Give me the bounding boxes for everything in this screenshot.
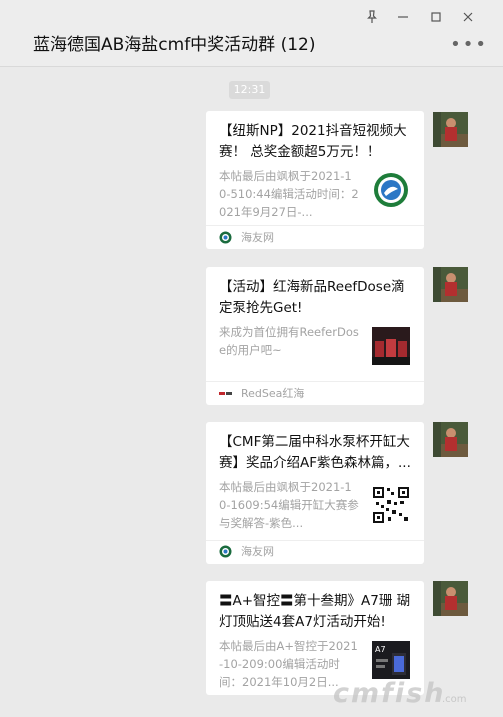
avatar[interactable]: [433, 112, 468, 147]
link-card-message[interactable]: 【纽斯NP】2021抖音短视频大赛！ 总奖金额超5万元！！ 本帖最后由飒枫于20…: [206, 111, 424, 249]
card-divider: [206, 381, 424, 382]
card-title: 〓A+智控〓第十叁期》A7珊 瑚灯顶贴送4套A7灯活动开始!: [219, 593, 411, 630]
chat-title: 蓝海德国AB海盐cmf中奖活动群 (12): [33, 35, 316, 55]
card-divider: [206, 540, 424, 541]
close-icon[interactable]: [459, 8, 477, 26]
card-thumbnail: [372, 327, 410, 365]
minimize-icon[interactable]: [394, 8, 412, 26]
watermark: cmfish: [333, 678, 446, 709]
card-thumbnail: A7: [372, 641, 410, 679]
card-title: 【活动】红海新品ReefDose滴定泵抢先Get!: [219, 279, 405, 316]
pin-icon[interactable]: [363, 8, 381, 26]
maximize-icon[interactable]: [427, 8, 445, 26]
card-description: 本帖最后由飒枫于2021-10-510:44编辑活动时间：2021年9月27日-…: [219, 169, 359, 219]
card-description: 本帖最后由飒枫于2021-10-1609:54编辑开缸大赛参与奖解答-紫色...: [219, 480, 359, 530]
window-controls: [363, 8, 503, 26]
card-title: 【CMF第二届中科水泵杯开缸大赛】奖品介绍AF紫色森林篇，...: [219, 434, 411, 471]
source-label: 海友网: [241, 231, 274, 244]
card-description: 来成为首位拥有ReeferDose的用户吧~: [219, 325, 359, 357]
svg-text:A7: A7: [375, 645, 386, 654]
avatar[interactable]: [433, 267, 468, 302]
redsea-logo-icon: [219, 391, 232, 396]
card-divider: [206, 225, 424, 226]
qr-code-thumbnail: [372, 486, 410, 524]
link-card-message[interactable]: 【活动】红海新品ReefDose滴定泵抢先Get! 来成为首位拥有ReeferD…: [206, 267, 424, 405]
avatar[interactable]: [433, 422, 468, 457]
haiyou-logo-icon: [219, 545, 232, 558]
more-options-button[interactable]: •••: [450, 36, 488, 54]
haiyou-logo-icon: [219, 231, 232, 244]
watermark-suffix: .com: [442, 694, 467, 705]
avatar[interactable]: [433, 581, 468, 616]
link-card-message[interactable]: 【CMF第二届中科水泵杯开缸大赛】奖品介绍AF紫色森林篇，... 本帖最后由飒枫…: [206, 422, 424, 564]
card-thumbnail: [372, 171, 410, 209]
source-label: 海友网: [241, 545, 274, 558]
source-label: RedSea红海: [241, 387, 305, 400]
timestamp-badge: 12:31: [229, 81, 270, 99]
card-title: 【纽斯NP】2021抖音短视频大赛！ 总奖金额超5万元！！: [219, 123, 407, 160]
